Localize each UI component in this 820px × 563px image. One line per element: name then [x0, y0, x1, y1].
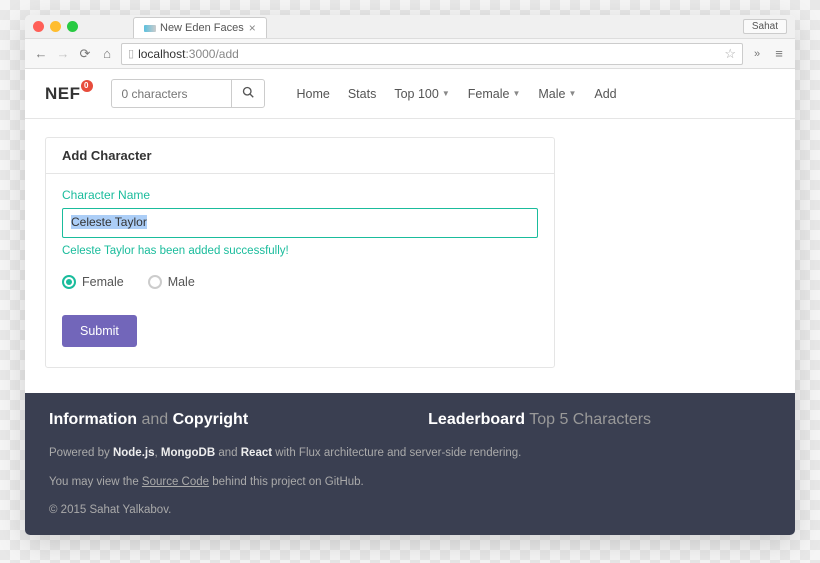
menu-icon[interactable]: ≡ — [771, 46, 787, 62]
nav-female[interactable]: Female ▼ — [468, 87, 521, 101]
nav-add[interactable]: Add — [594, 87, 616, 101]
footer: Information and Copyright Leaderboard To… — [25, 393, 795, 535]
close-window-button[interactable] — [33, 21, 44, 32]
close-tab-icon[interactable]: × — [249, 21, 256, 35]
character-name-label: Character Name — [62, 188, 538, 202]
back-icon[interactable]: ← — [33, 46, 49, 62]
footer-copyright: © 2015 Sahat Yalkabov. — [49, 500, 771, 521]
nav-top100[interactable]: Top 100 ▼ — [394, 87, 449, 101]
extensions-icon[interactable]: » — [749, 46, 765, 62]
submit-button[interactable]: Submit — [62, 315, 137, 347]
home-icon[interactable]: ⌂ — [99, 46, 115, 62]
gender-radio-female[interactable]: Female — [62, 275, 124, 289]
source-code-link[interactable]: Source Code — [142, 476, 209, 488]
brand-logo[interactable]: NEF 0 — [45, 84, 81, 104]
footer-powered-text: Powered by Node.js, MongoDB and React wi… — [49, 443, 771, 464]
nav-stats[interactable]: Stats — [348, 87, 377, 101]
brand-badge: 0 — [81, 80, 93, 92]
app-navbar: NEF 0 Home Stats Top 100 — [25, 69, 795, 119]
footer-info-heading: Information and Copyright — [49, 411, 248, 429]
user-profile-chip[interactable]: Sahat — [743, 19, 787, 34]
tab-title-text: New Eden Faces — [160, 22, 244, 34]
browser-tab[interactable]: New Eden Faces × — [133, 17, 267, 38]
reload-icon[interactable]: ⟳ — [77, 46, 93, 62]
tab-favicon — [144, 25, 156, 32]
forward-icon[interactable]: → — [55, 46, 71, 62]
chevron-down-icon: ▼ — [442, 89, 450, 98]
gender-radio-male[interactable]: Male — [148, 275, 195, 289]
minimize-window-button[interactable] — [50, 21, 61, 32]
bookmark-star-icon[interactable]: ☆ — [724, 46, 736, 62]
radio-icon-checked — [62, 275, 76, 289]
success-help-text: Celeste Taylor has been added successful… — [62, 245, 538, 257]
footer-source-text: You may view the Source Code behind this… — [49, 472, 771, 493]
nav-home[interactable]: Home — [297, 87, 330, 101]
url-host: localhost — [138, 47, 185, 61]
maximize-window-button[interactable] — [67, 21, 78, 32]
address-bar: ← → ⟳ ⌂ ▯ localhost:3000/add ☆ » ≡ — [25, 39, 795, 69]
add-character-panel: Add Character Character Name Celeste Tay… — [45, 137, 555, 368]
chevron-down-icon: ▼ — [568, 89, 576, 98]
panel-heading: Add Character — [46, 138, 554, 174]
url-path: :3000/add — [185, 47, 238, 61]
nav-male[interactable]: Male ▼ — [538, 87, 576, 101]
page-icon: ▯ — [128, 47, 134, 60]
url-input[interactable]: ▯ localhost:3000/add ☆ — [121, 43, 743, 65]
footer-leaderboard-heading: Leaderboard Top 5 Characters — [428, 411, 651, 429]
radio-icon-unchecked — [148, 275, 162, 289]
search-button[interactable] — [231, 79, 265, 108]
window-titlebar: New Eden Faces × Sahat — [25, 15, 795, 39]
chevron-down-icon: ▼ — [512, 89, 520, 98]
character-name-input[interactable] — [62, 208, 538, 238]
search-input[interactable] — [111, 79, 231, 108]
search-icon — [242, 87, 254, 101]
